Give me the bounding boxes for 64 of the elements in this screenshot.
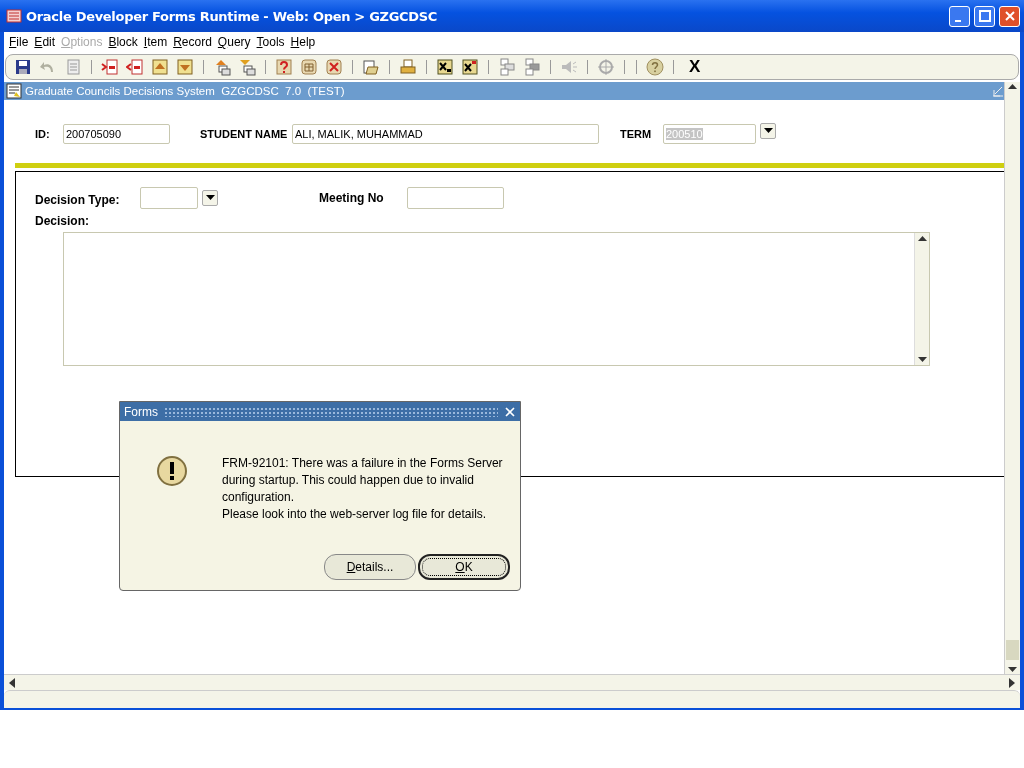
input-field[interactable]: 200705090: [63, 124, 170, 144]
window-blocks-icon[interactable]: [498, 58, 516, 76]
dropdown-button[interactable]: [202, 190, 218, 206]
help-icon[interactable]: [646, 58, 664, 76]
field-label: Decision:: [35, 214, 90, 228]
scroll-down-icon[interactable]: [1008, 664, 1017, 674]
dialog-title: Forms: [124, 404, 158, 419]
scroll-right-icon[interactable]: [1008, 677, 1016, 688]
maximize-button[interactable]: [974, 5, 995, 27]
menu-item[interactable]: File: [8, 35, 34, 49]
field-label: Decision Type:: [35, 193, 121, 207]
caret-icon: [205, 195, 215, 201]
form-title: Graduate Councils Decisions System GZGCDSC 7.0 (TEST): [25, 85, 346, 97]
window-blocks-shaded-icon[interactable]: [523, 58, 541, 76]
caret-icon: [763, 128, 773, 134]
input-field[interactable]: [407, 187, 504, 209]
field-label: ID:: [35, 128, 51, 140]
field-label: STUDENT NAME: [200, 128, 289, 140]
x-superscript-icon[interactable]: [461, 58, 479, 76]
input-field[interactable]: ALI, MALIK, MUHAMMAD: [292, 124, 599, 144]
menu-item[interactable]: Query: [216, 35, 256, 49]
menu-item[interactable]: Block: [107, 35, 143, 49]
page-arrow-right-icon[interactable]: [101, 58, 119, 76]
minimize-icon: [954, 20, 961, 22]
dialog-button[interactable]: OK: [418, 554, 510, 580]
cross-mark-icon[interactable]: [325, 58, 343, 76]
scroll-thumb[interactable]: [1006, 640, 1019, 660]
page-arrow-left-icon[interactable]: [126, 58, 144, 76]
window-title: Oracle Developer Forms Runtime - Web: Open > GZGCDSC: [26, 8, 439, 24]
close-button[interactable]: [504, 405, 516, 418]
scroll-up-icon[interactable]: [1008, 82, 1017, 92]
close-button[interactable]: [999, 5, 1020, 27]
horizontal-scrollbar[interactable]: [4, 674, 1020, 690]
message-text: Please look into the web-server log file for details.: [222, 506, 488, 523]
close-icon: [1002, 9, 1017, 23]
menu-item[interactable]: Tools: [255, 35, 290, 49]
stacked-windows-funnel-icon[interactable]: [238, 58, 256, 76]
exclamation-icon: [156, 455, 188, 487]
menu-item[interactable]: Item: [142, 35, 173, 49]
vertical-scrollbar[interactable]: [1004, 82, 1020, 674]
menu-item[interactable]: Record: [172, 35, 217, 49]
question-mark-icon[interactable]: [275, 58, 293, 76]
scroll-up-icon[interactable]: [917, 235, 927, 241]
field-label: Meeting No: [319, 191, 385, 205]
input-field[interactable]: [140, 187, 198, 209]
menu-item[interactable]: Edit: [33, 35, 61, 49]
close-icon: [504, 405, 516, 418]
minimize-arrow-icon: [992, 85, 1004, 97]
database-grid-icon[interactable]: [300, 58, 318, 76]
maximize-icon: [977, 9, 992, 23]
scrollbar[interactable]: [914, 233, 929, 365]
dialog-button[interactable]: Details...: [324, 554, 416, 580]
printer-icon[interactable]: [399, 58, 417, 76]
minimize-button[interactable]: [949, 5, 970, 27]
x-subscript-icon[interactable]: [436, 58, 454, 76]
message-text: FRM-92101: There was a failure in the Forms Server during startup. This could happen due to invalid configuration.: [222, 455, 504, 506]
dropdown-button[interactable]: [760, 123, 776, 139]
exit-button[interactable]: X: [689, 57, 701, 77]
field-label: TERM: [620, 128, 653, 140]
scroll-left-icon[interactable]: [8, 677, 16, 688]
menu-item[interactable]: Help: [289, 35, 321, 49]
app-icon: [6, 8, 22, 24]
folder-page-icon[interactable]: [362, 58, 380, 76]
scroll-down-icon[interactable]: [917, 357, 927, 363]
